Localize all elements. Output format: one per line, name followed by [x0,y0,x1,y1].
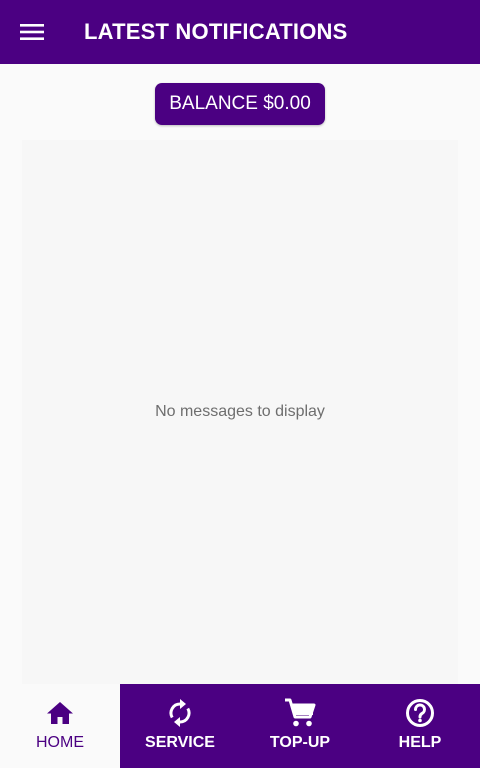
page-title: LATEST NOTIFICATIONS [84,19,348,44]
notifications-list: No messages to display [22,140,458,684]
menu-icon [20,24,44,40]
balance-container: BALANCE $0.00 [0,83,480,125]
menu-button[interactable] [0,0,64,64]
help-icon [405,698,435,728]
nav-item-top-up[interactable]: TOP-UP [240,684,360,768]
cart-icon [284,698,316,728]
balance-button[interactable]: BALANCE $0.00 [155,83,325,125]
bottom-navigation: HOME SERVICE TOP-UP HELP [0,684,480,768]
nav-label-help: HELP [398,734,442,751]
app-bar: LATEST NOTIFICATIONS [0,0,480,64]
app-root: LATEST NOTIFICATIONS BALANCE $0.00 No me… [0,0,480,768]
nav-label-top-up: TOP-UP [269,734,331,751]
nav-item-help[interactable]: HELP [360,684,480,768]
nav-item-home[interactable]: HOME [0,684,120,768]
nav-label-home: HOME [36,734,84,751]
nav-label-service: SERVICE [145,734,215,751]
home-icon [45,698,75,728]
refresh-icon [166,698,194,728]
empty-message: No messages to display [155,403,325,420]
nav-item-service[interactable]: SERVICE [120,684,240,768]
